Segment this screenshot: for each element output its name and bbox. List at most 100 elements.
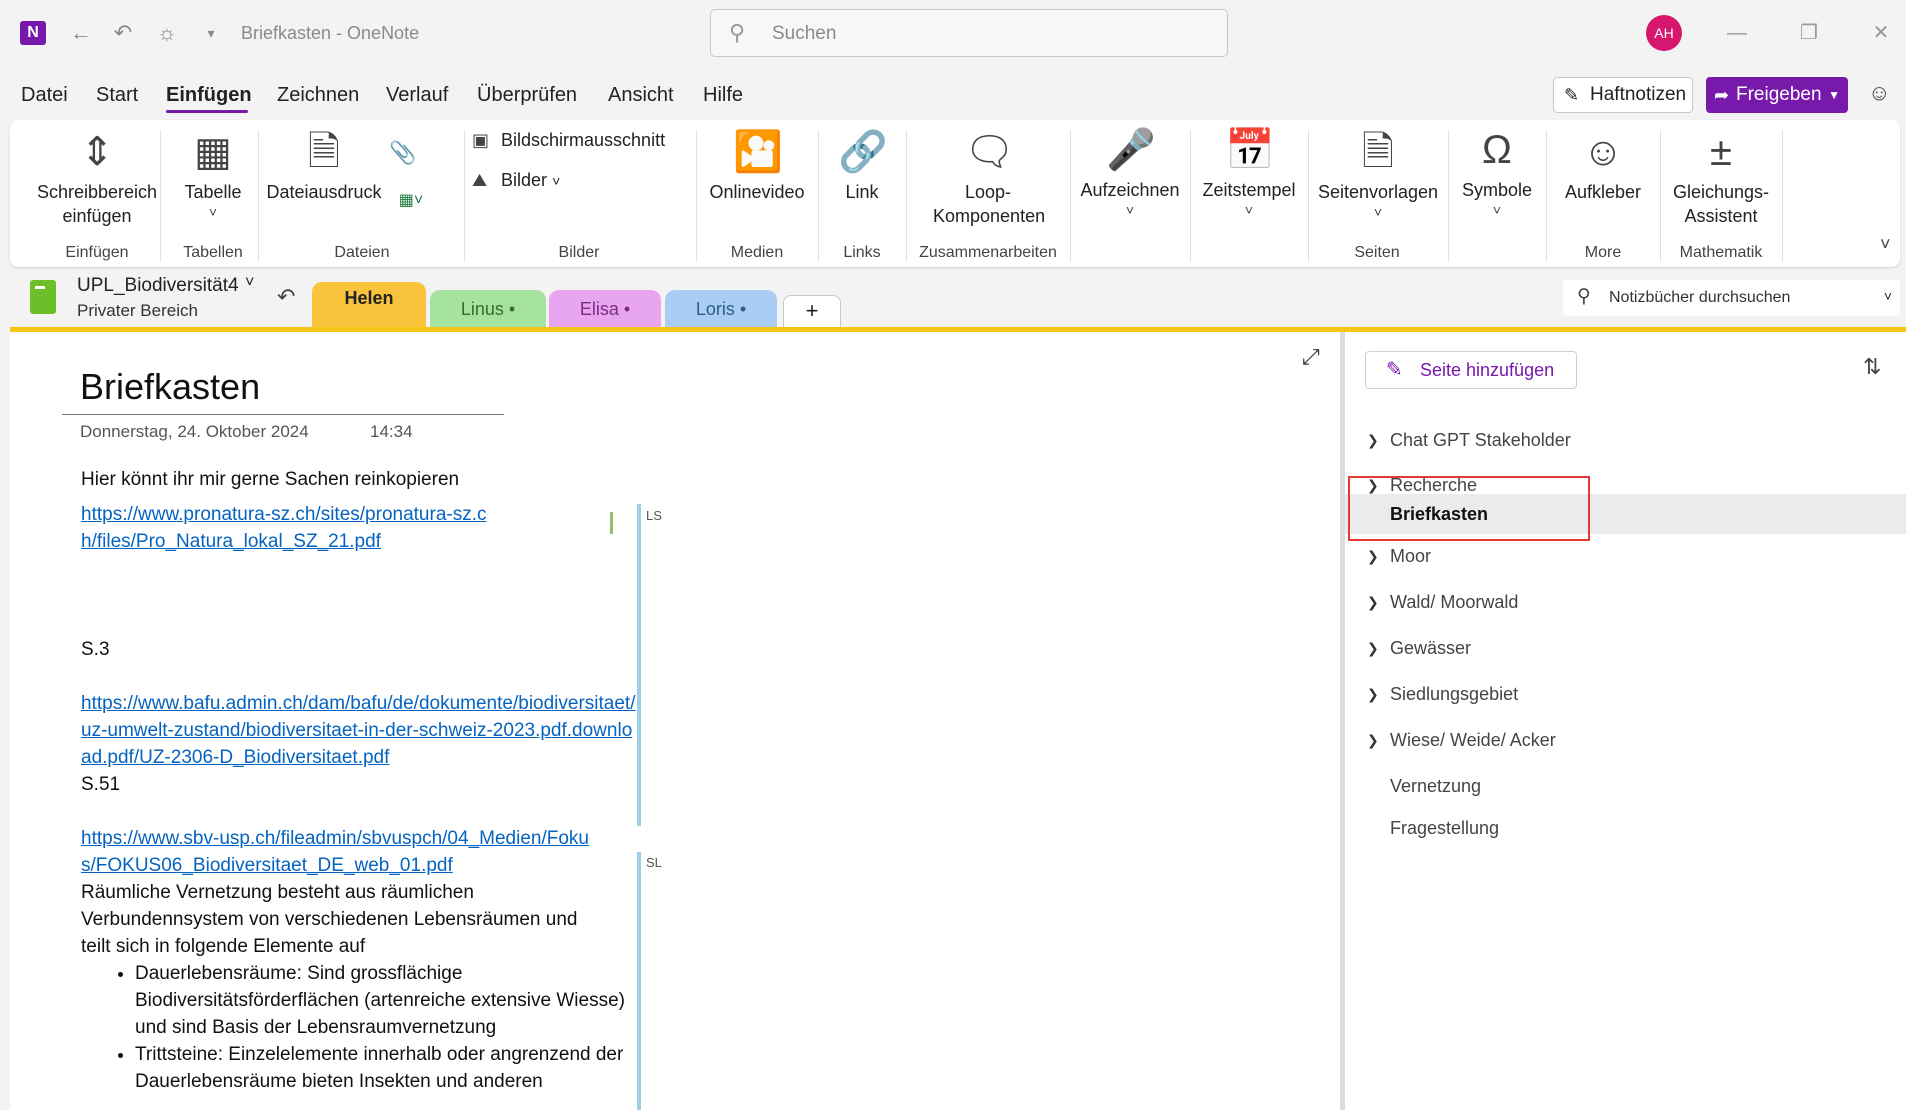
menu-verlauf[interactable]: Verlauf <box>386 84 448 107</box>
sort-icon[interactable]: ⇅ <box>1863 354 1881 380</box>
loop-components-button[interactable]: 🗨 Loop-Komponenten <box>908 128 1068 228</box>
ribbon-separator <box>906 130 907 262</box>
undo-icon[interactable]: ↶ <box>108 18 138 48</box>
pictures-label: Bilder <box>501 170 548 190</box>
section-tab-elisa[interactable]: Elisa • <box>549 290 661 330</box>
feedback-icon[interactable]: ☺ <box>1868 80 1890 106</box>
timestamp-label: Zeitstempel <box>1202 180 1296 200</box>
page-title[interactable]: Briefkasten <box>80 366 260 408</box>
sticky-notes-button[interactable]: ✎ Haftnotizen <box>1553 77 1693 113</box>
equation-button[interactable]: ± Gleichungs-Assistent <box>1662 128 1780 228</box>
page-template-icon: 🗎 <box>1361 130 1395 174</box>
file-printout-icon: 🗎 <box>307 130 341 174</box>
online-video-button[interactable]: 🎦 Onlinevideo <box>698 128 816 204</box>
excel-icon[interactable]: ▦˅ <box>386 190 436 210</box>
group-label-tables: Tabellen <box>183 244 243 261</box>
link-bafu[interactable]: https://www.bafu.admin.ch/dam/bafu/de/do… <box>81 693 635 768</box>
group-label-insert: Einfügen <box>65 244 129 261</box>
menu-zeichnen[interactable]: Zeichnen <box>277 84 359 107</box>
list-item: Dauerlebensräume: Sind grossflächige Bio… <box>135 960 625 1041</box>
group-label-more: More <box>1584 244 1622 261</box>
screen-clipping-button[interactable]: ▣ Bildschirmausschnitt <box>472 130 665 151</box>
page-item[interactable]: Vernetzung <box>1345 768 1906 804</box>
link-sbv[interactable]: https://www.sbv-usp.ch/fileadmin/sbvuspc… <box>81 828 589 876</box>
group-label-pages: Seiten <box>1354 244 1400 261</box>
expand-icon[interactable]: ⤢ <box>1302 344 1320 370</box>
window-title: Briefkasten - OneNote <box>241 23 420 43</box>
link-pronatura[interactable]: https://www.pronatura-sz.ch/sites/pronat… <box>81 504 487 552</box>
chevron-right-icon[interactable]: ❯ <box>1367 422 1379 458</box>
notebook-icon <box>30 280 56 314</box>
search-input[interactable]: ⚲ Suchen <box>710 9 1228 57</box>
file-printout-button[interactable]: 🗎 Dateiausdruck <box>262 128 386 204</box>
page-time: 14:34 <box>370 422 413 441</box>
menu-datei[interactable]: Datei <box>21 84 68 107</box>
chevron-right-icon[interactable]: ❯ <box>1367 584 1379 620</box>
section-tab-loris[interactable]: Loris • <box>665 290 777 330</box>
avatar[interactable]: AH <box>1646 15 1682 51</box>
page-item-label: Fragestellung <box>1390 818 1500 838</box>
page-item[interactable]: Fragestellung <box>1345 810 1906 846</box>
page-item[interactable]: ❯ Chat GPT Stakeholder <box>1345 422 1906 458</box>
sticky-note-icon: ✎ <box>1564 85 1580 105</box>
menu-start[interactable]: Start <box>96 84 138 107</box>
undo-icon[interactable]: ↶ <box>277 284 295 310</box>
chevron-down-icon: ˅ <box>552 173 561 189</box>
ribbon-separator <box>1782 130 1783 262</box>
insert-space-button[interactable]: ⇕ Schreibbereich einfügen <box>24 128 170 228</box>
group-label-images: Bilder <box>558 244 600 261</box>
close-icon[interactable]: ✕ <box>1866 18 1896 48</box>
attach-file-icon[interactable]: 📎 <box>386 140 420 166</box>
page-item[interactable]: ❯ Gewässer <box>1345 630 1906 666</box>
title-bar: N ← ↶ ☼ ▾ Briefkasten - OneNote ⚲ Suchen… <box>0 0 1906 66</box>
online-video-icon: 🎦 <box>733 130 783 174</box>
page-canvas[interactable]: ⤢ Briefkasten Donnerstag, 24. Oktober 20… <box>10 332 1340 1110</box>
page-item-label: Chat GPT Stakeholder <box>1390 430 1571 450</box>
timestamp-button[interactable]: 📅 Zeitstempel ˅ <box>1192 126 1306 218</box>
page-item[interactable]: ❯ Wald/ Moorwald <box>1345 584 1906 620</box>
section-tab-helen[interactable]: Helen <box>312 282 426 332</box>
page-ref-s51: S.51 <box>81 774 121 795</box>
table-button[interactable]: ▦ Tabelle ˅ <box>170 128 256 220</box>
symbols-label: Symbole <box>1461 180 1533 200</box>
screen-clipping-label: Bildschirmausschnitt <box>501 130 666 150</box>
page-item[interactable]: ❯ Moor <box>1345 538 1906 574</box>
minimize-icon[interactable]: — <box>1722 18 1752 48</box>
restore-icon[interactable]: ❐ <box>1794 18 1824 48</box>
chevron-down-icon: ˅ <box>1373 204 1383 220</box>
chevron-right-icon[interactable]: ❯ <box>1367 676 1379 712</box>
ribbon-collapse-chevron-icon[interactable]: ˅ <box>1880 234 1891 255</box>
page-body[interactable]: Hier könnt ihr mir gerne Sachen reinkopi… <box>81 466 641 1095</box>
menu-hilfe[interactable]: Hilfe <box>703 84 743 107</box>
palette-icon[interactable]: ☼ <box>152 18 182 48</box>
page-item[interactable]: ❯ Siedlungsgebiet <box>1345 676 1906 712</box>
menu-ansicht[interactable]: Ansicht <box>608 84 674 107</box>
back-icon[interactable]: ← <box>66 18 96 48</box>
section-tab-linus[interactable]: Linus • <box>430 290 546 330</box>
pictures-button[interactable]: ⛰ Bilder ˅ <box>472 170 560 191</box>
share-icon: ➦ <box>1714 85 1730 105</box>
link-button[interactable]: 🔗 Link <box>820 128 904 204</box>
ribbon-separator <box>1308 130 1309 262</box>
menu-ueberpruefen[interactable]: Überprüfen <box>477 84 577 107</box>
menu-einfuegen[interactable]: Einfügen <box>166 84 252 107</box>
notebook-search-input[interactable]: ⚲ Notizbücher durchsuchen ˅ <box>1563 280 1900 316</box>
chevron-right-icon[interactable]: ❯ <box>1367 630 1379 666</box>
stickers-button[interactable]: ☺ Aufkleber <box>1548 128 1658 204</box>
add-page-button[interactable]: ✎ Seite hinzufügen <box>1365 351 1577 389</box>
notebook-name[interactable]: UPL_Biodiversität4 <box>77 275 239 297</box>
quick-access-chevron-icon[interactable]: ▾ <box>196 18 226 48</box>
share-button[interactable]: ➦ Freigeben ▼ <box>1706 77 1848 113</box>
page-templates-button[interactable]: 🗎 Seitenvorlagen ˅ <box>1310 128 1446 220</box>
record-button[interactable]: 🎤 Aufzeichnen ˅ <box>1072 126 1188 218</box>
page-date: Donnerstag, 24. Oktober 2024 <box>80 422 309 441</box>
share-label: Freigeben <box>1736 84 1822 105</box>
chevron-right-icon[interactable]: ❯ <box>1367 722 1379 758</box>
microphone-icon: 🎤 <box>1106 128 1156 172</box>
group-label-math: Mathematik <box>1679 244 1763 261</box>
page-item[interactable]: ❯ Wiese/ Weide/ Acker <box>1345 722 1906 758</box>
chevron-down-icon[interactable]: ˅ <box>245 274 254 292</box>
chevron-right-icon[interactable]: ❯ <box>1367 538 1379 574</box>
symbols-button[interactable]: Ω Symbole ˅ <box>1450 126 1544 218</box>
add-section-button[interactable]: + <box>783 295 841 327</box>
